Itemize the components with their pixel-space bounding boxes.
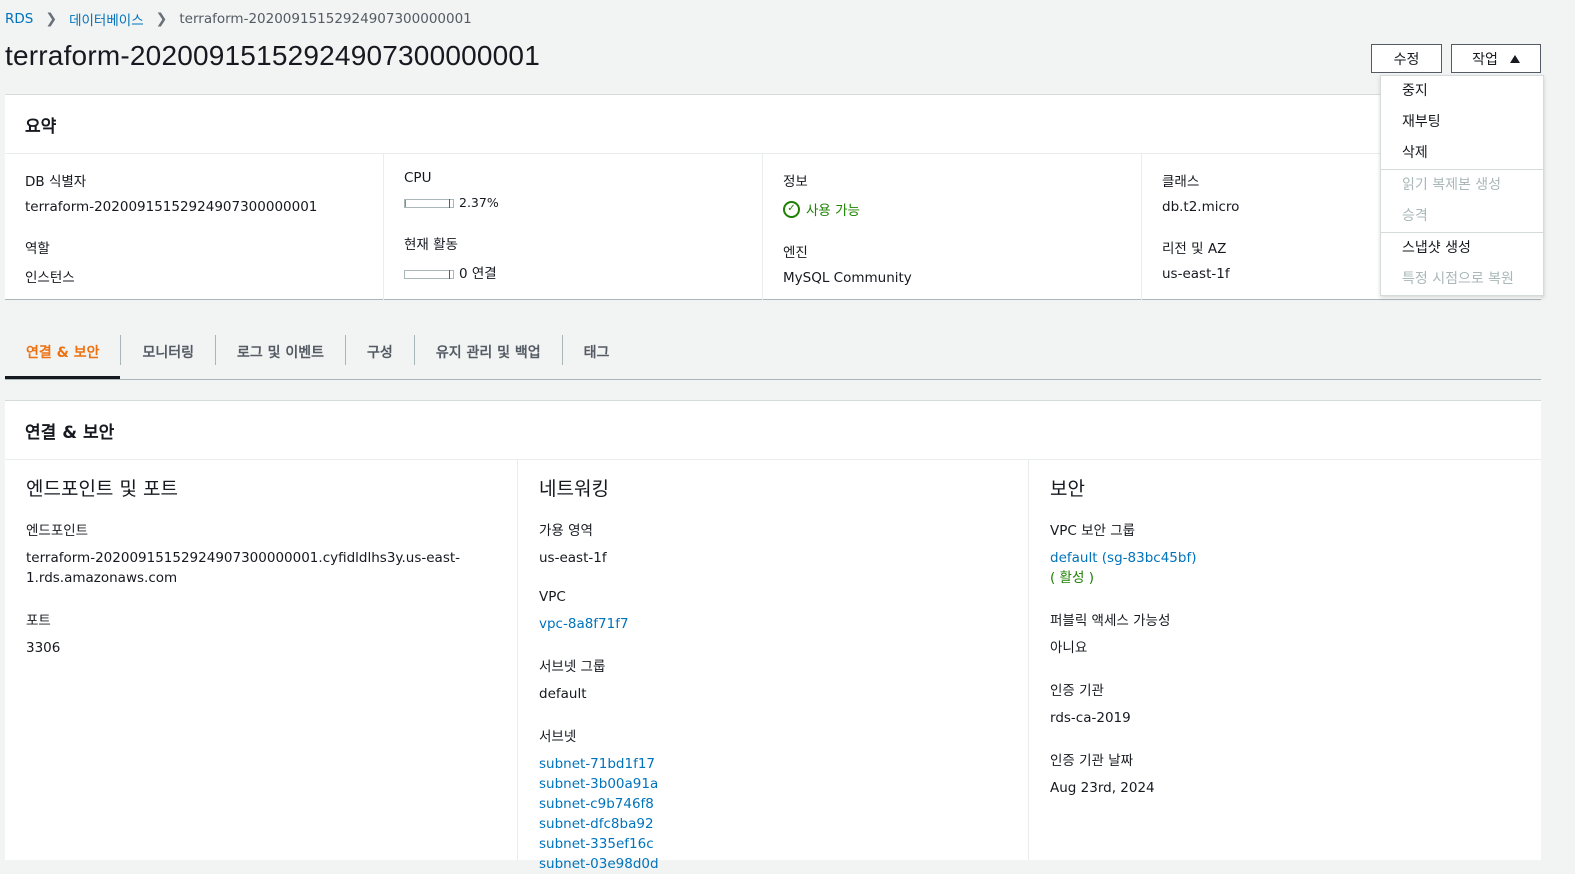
status-value: 사용 가능 xyxy=(806,203,860,219)
modify-button[interactable]: 수정 xyxy=(1371,44,1442,73)
breadcrumb-databases-link[interactable]: 데이터베이스 xyxy=(69,9,144,29)
activity-label: 현재 활동 xyxy=(404,237,458,253)
subnet-link[interactable]: subnet-c9b746f8 xyxy=(539,794,1008,814)
tab-monitoring[interactable]: 모니터링 xyxy=(121,327,215,377)
cpu-value: 2.37% xyxy=(459,195,499,210)
activity-meter xyxy=(404,269,454,279)
ca-value: rds-ca-2019 xyxy=(1050,710,1131,726)
security-group-status: ( 활성 ) xyxy=(1050,570,1094,586)
chevron-right-icon: ❯ xyxy=(45,11,58,27)
actions-button-label: 작업 xyxy=(1472,51,1498,68)
menu-item-take-snapshot[interactable]: 스냅샷 생성 xyxy=(1381,233,1543,264)
networking-section-title: 네트워킹 xyxy=(539,478,609,500)
endpoint-value-line1: terraform-20200915152924907300000001.cyf… xyxy=(26,550,461,566)
role-label: 역할 xyxy=(25,241,50,257)
summary-panel: 요약 DB 식별자 terraform-20200915152924907300… xyxy=(5,94,1541,300)
tab-logs-events[interactable]: 로그 및 이벤트 xyxy=(216,327,345,377)
endpoint-value: terraform-20200915152924907300000001.cyf… xyxy=(26,548,497,588)
subnet-link[interactable]: subnet-335ef16c xyxy=(539,834,1008,854)
activity-value: 0 연결 xyxy=(459,266,497,282)
subnet-link[interactable]: subnet-dfc8ba92 xyxy=(539,814,1008,834)
vpc-link[interactable]: vpc-8a8f71f7 xyxy=(539,614,1008,634)
breadcrumb: RDS ❯ 데이터베이스 ❯ terraform-202009151529249… xyxy=(5,9,472,29)
db-identifier-label: DB 식별자 xyxy=(25,174,87,190)
tab-tags[interactable]: 태그 xyxy=(563,327,631,377)
security-column: 보안 VPC 보안 그룹 default (sg-83bc45bf) ( 활성 … xyxy=(1029,460,1541,860)
subnets-label: 서브넷 xyxy=(539,729,577,745)
subnet-link[interactable]: subnet-03e98d0d xyxy=(539,854,1008,874)
vpc-label: VPC xyxy=(539,589,566,605)
ca-date-value: Aug 23rd, 2024 xyxy=(1050,780,1155,796)
tab-maintenance-backups[interactable]: 유지 관리 및 백업 xyxy=(415,327,562,377)
ca-label: 인증 기관 xyxy=(1050,683,1104,699)
check-circle-icon: ✓ xyxy=(783,200,800,218)
subnet-group-value: default xyxy=(539,686,587,702)
tab-connectivity[interactable]: 연결 & 보안 xyxy=(5,327,121,379)
public-access-label: 퍼블릭 액세스 가능성 xyxy=(1050,613,1171,629)
security-group-link[interactable]: default (sg-83bc45bf) xyxy=(1050,548,1521,568)
actions-menu: 중지 재부팅 삭제 읽기 복제본 생성 승격 스냅샷 생성 특정 시점으로 복원 xyxy=(1380,75,1544,296)
detail-tabs: 연결 & 보안 모니터링 로그 및 이벤트 구성 유지 관리 및 백업 태그 xyxy=(5,327,1541,380)
cpu-meter-fill xyxy=(405,199,406,207)
tab-configuration[interactable]: 구성 xyxy=(346,327,414,377)
breadcrumb-rds-link[interactable]: RDS xyxy=(5,11,33,27)
actions-button[interactable]: 작업 xyxy=(1451,44,1541,73)
menu-item-promote[interactable]: 승격 xyxy=(1381,201,1543,232)
az-label: 가용 영역 xyxy=(539,523,593,539)
cpu-meter-threshold xyxy=(449,198,450,208)
public-access-value: 아니요 xyxy=(1050,640,1088,656)
endpoint-section-title: 엔드포인트 및 포트 xyxy=(26,478,178,500)
summary-col-status: 정보 ✓ 사용 가능 엔진 MySQL Community xyxy=(763,154,1142,300)
port-value: 3306 xyxy=(26,640,61,656)
connectivity-panel: 연결 & 보안 엔드포인트 및 포트 엔드포인트 terraform-20200… xyxy=(5,400,1541,872)
status-badge: ✓ 사용 가능 xyxy=(783,199,1121,219)
status-label: 정보 xyxy=(783,174,808,190)
db-identifier-value: terraform-20200915152924907300000001 xyxy=(25,199,318,215)
cpu-metric: 2.37% xyxy=(404,195,742,211)
activity-meter-threshold xyxy=(449,269,450,279)
menu-item-create-read-replica[interactable]: 읽기 복제본 생성 xyxy=(1381,170,1543,201)
breadcrumb-current: terraform-20200915152924907300000001 xyxy=(179,11,472,27)
menu-item-restore-point-in-time[interactable]: 특정 시점으로 복원 xyxy=(1381,264,1543,295)
engine-value: MySQL Community xyxy=(783,270,912,286)
menu-item-reboot[interactable]: 재부팅 xyxy=(1381,107,1543,138)
subnet-list: subnet-71bd1f17 subnet-3b00a91a subnet-c… xyxy=(539,754,1008,874)
connectivity-title: 연결 & 보안 xyxy=(5,401,1541,460)
networking-column: 네트워킹 가용 영역 us-east-1f VPC vpc-8a8f71f7 서… xyxy=(518,460,1029,872)
summary-col-identifier: DB 식별자 terraform-20200915152924907300000… xyxy=(5,154,384,300)
cpu-label: CPU xyxy=(404,170,432,186)
endpoint-label: 엔드포인트 xyxy=(26,523,89,539)
summary-col-cpu: CPU 2.37% 현재 활동 0 연결 xyxy=(384,154,763,300)
page-title: terraform-20200915152924907300000001 xyxy=(5,40,540,71)
menu-item-stop[interactable]: 중지 xyxy=(1381,76,1543,107)
role-value: 인스턴스 xyxy=(25,270,75,286)
chevron-right-icon: ❯ xyxy=(155,11,168,27)
port-label: 포트 xyxy=(26,613,51,629)
security-section-title: 보안 xyxy=(1050,478,1085,500)
security-group-label: VPC 보안 그룹 xyxy=(1050,523,1136,539)
subnet-link[interactable]: subnet-71bd1f17 xyxy=(539,754,1008,774)
ca-date-label: 인증 기관 날짜 xyxy=(1050,753,1134,769)
activity-metric: 0 연결 xyxy=(404,262,742,282)
subnet-link[interactable]: subnet-3b00a91a xyxy=(539,774,1008,794)
summary-title: 요약 xyxy=(5,95,1541,154)
subnet-group-label: 서브넷 그룹 xyxy=(539,659,606,675)
endpoint-column: 엔드포인트 및 포트 엔드포인트 terraform-2020091515292… xyxy=(5,460,518,860)
caret-up-icon xyxy=(1509,54,1520,63)
modify-button-label: 수정 xyxy=(1393,51,1420,68)
cpu-meter xyxy=(404,198,454,208)
engine-label: 엔진 xyxy=(783,245,808,261)
endpoint-value-line2: 1.rds.amazonaws.com xyxy=(26,570,178,586)
az-value: us-east-1f xyxy=(539,550,607,566)
security-group-value: default (sg-83bc45bf) ( 활성 ) xyxy=(1050,548,1521,588)
menu-item-delete[interactable]: 삭제 xyxy=(1381,138,1543,169)
